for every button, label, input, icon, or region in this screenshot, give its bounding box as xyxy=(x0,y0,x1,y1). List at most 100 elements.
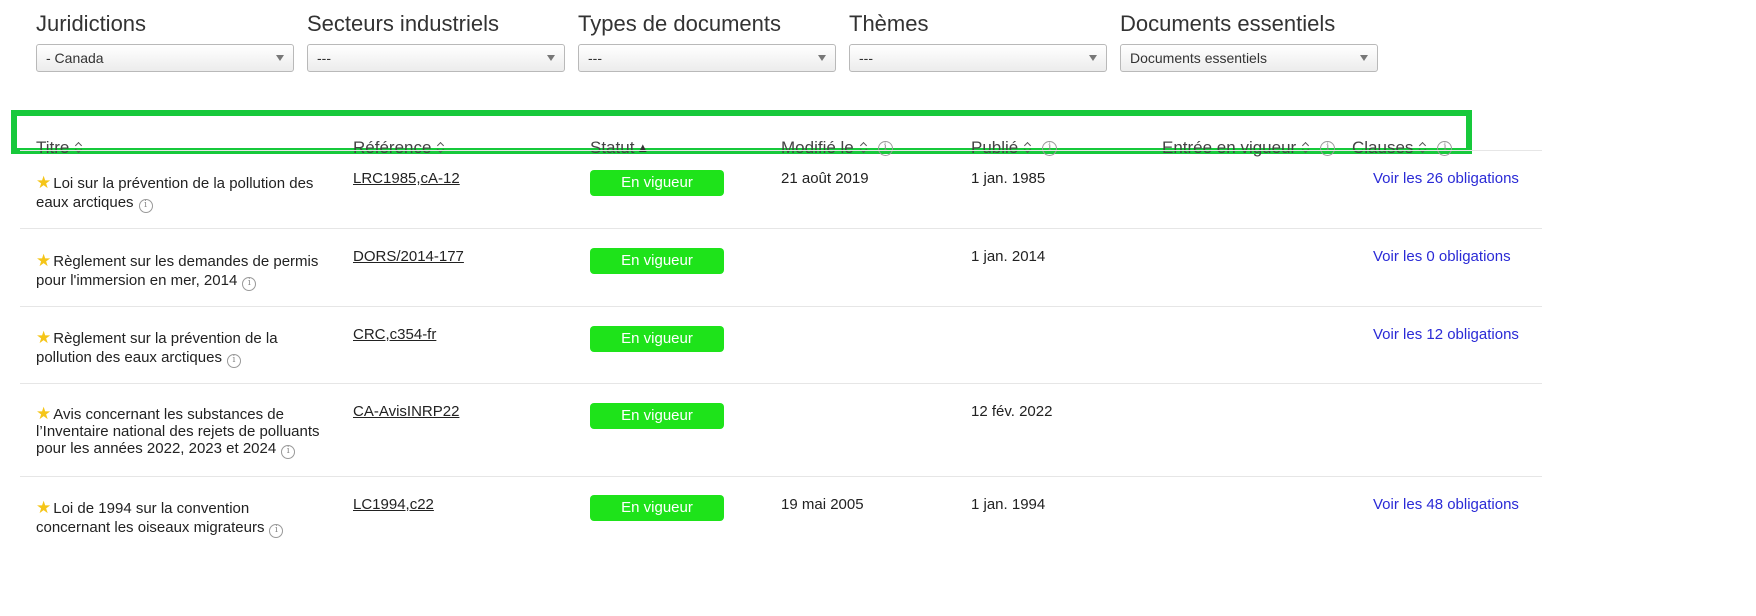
filter-label: Juridictions xyxy=(36,11,147,36)
sort-icon xyxy=(1301,141,1311,155)
published-date: 1 jan. 2014 xyxy=(971,248,1046,265)
filter-essential-documents: Documents essentiels Documents essentiel… xyxy=(1120,10,1378,72)
select-value: - Canada xyxy=(46,50,104,66)
sort-icon xyxy=(1023,141,1033,155)
info-icon[interactable]: i xyxy=(269,523,284,538)
status-badge: En vigueur xyxy=(590,170,724,196)
row-divider xyxy=(20,306,1542,307)
info-icon[interactable]: i xyxy=(281,444,296,459)
jurisdictions-select[interactable]: - Canada xyxy=(36,44,294,72)
star-icon[interactable]: ★ xyxy=(36,173,51,192)
document-title[interactable]: ★ Loi de 1994 sur la convention concernant… xyxy=(36,498,336,538)
row-divider xyxy=(20,150,1542,151)
info-icon[interactable]: i xyxy=(138,198,153,213)
obligations-link[interactable]: Voir les 12 obligations xyxy=(1373,325,1519,344)
reference-link[interactable]: DORS/2014-177 xyxy=(353,247,464,266)
column-header-title[interactable]: Titre xyxy=(36,138,84,158)
info-icon[interactable]: i xyxy=(1042,140,1058,156)
title-line: pour l'immersion en mer, 2014 xyxy=(36,272,238,289)
chevron-down-icon xyxy=(818,55,826,61)
title-line: Avis concernant les substances de xyxy=(53,406,284,423)
star-icon[interactable]: ★ xyxy=(36,404,51,423)
status-badge: En vigueur xyxy=(590,495,724,521)
chevron-down-icon xyxy=(276,55,284,61)
column-label: Statut xyxy=(590,138,635,157)
document-title[interactable]: ★ Règlement sur les demandes de permis pou… xyxy=(36,251,336,291)
filter-label: Documents essentiels xyxy=(1120,11,1336,36)
column-header-effective[interactable]: Entrée en vigueur i xyxy=(1162,138,1336,158)
document-title[interactable]: ★ Avis concernant les substances de l’Inve… xyxy=(36,405,336,459)
themes-select[interactable]: --- xyxy=(849,44,1107,72)
star-icon[interactable]: ★ xyxy=(36,251,51,270)
column-label: Clauses xyxy=(1352,138,1414,157)
filter-industrial-sectors: Secteurs industriels --- xyxy=(307,10,565,72)
row-divider xyxy=(20,383,1542,384)
star-icon[interactable]: ★ xyxy=(36,498,51,517)
status-badge: En vigueur xyxy=(590,326,724,352)
column-header-status[interactable]: Statut ▲ xyxy=(590,138,649,158)
select-value: --- xyxy=(317,50,331,66)
sort-ascending-icon: ▲ xyxy=(636,140,650,155)
column-header-reference[interactable]: Référence xyxy=(353,138,446,158)
title-line: Loi sur la prévention de la pollution de… xyxy=(53,175,314,192)
column-header-clauses[interactable]: Clauses i xyxy=(1352,138,1453,158)
modified-date: 19 mai 2005 xyxy=(781,496,864,513)
status-badge: En vigueur xyxy=(590,403,724,429)
filter-jurisdictions: Juridictions - Canada xyxy=(36,10,294,72)
select-value: Documents essentiels xyxy=(1130,50,1267,66)
row-divider xyxy=(20,476,1542,477)
sort-icon xyxy=(1418,141,1428,155)
star-icon[interactable]: ★ xyxy=(36,328,51,347)
sort-icon xyxy=(436,141,446,155)
column-label: Publié xyxy=(971,138,1019,157)
published-date: 12 fév. 2022 xyxy=(971,403,1053,420)
status-badge: En vigueur xyxy=(590,248,724,274)
column-label: Entrée en vigueur xyxy=(1162,138,1297,157)
info-icon[interactable]: i xyxy=(1320,140,1336,156)
reference-link[interactable]: CRC,c354-fr xyxy=(353,325,436,344)
info-icon[interactable]: i xyxy=(1437,140,1453,156)
chevron-down-icon xyxy=(547,55,555,61)
document-types-select[interactable]: --- xyxy=(578,44,836,72)
filter-themes: Thèmes --- xyxy=(849,10,1107,72)
modified-date: 21 août 2019 xyxy=(781,170,869,187)
reference-link[interactable]: LC1994,c22 xyxy=(353,495,434,514)
row-divider xyxy=(20,228,1542,229)
column-label: Titre xyxy=(36,138,70,157)
title-line: concernant les oiseaux migrateurs xyxy=(36,519,265,536)
document-title[interactable]: ★ Loi sur la prévention de la pollution d… xyxy=(36,173,336,213)
title-line: Loi de 1994 sur la convention xyxy=(53,500,250,517)
title-line: pollution des eaux arctiques xyxy=(36,349,222,366)
title-line: eaux arctiques xyxy=(36,194,134,211)
chevron-down-icon xyxy=(1360,55,1368,61)
title-line: Règlement sur la prévention de la xyxy=(53,330,278,347)
reference-link[interactable]: LRC1985,cA-12 xyxy=(353,169,460,188)
column-header-modified[interactable]: Modifié le i xyxy=(781,138,893,158)
filter-label: Secteurs industriels xyxy=(307,11,499,36)
document-title[interactable]: ★ Règlement sur la prévention de la pollut… xyxy=(36,328,336,368)
reference-link[interactable]: CA-AvisINRP22 xyxy=(353,402,459,421)
info-icon[interactable]: i xyxy=(226,353,241,368)
filter-label: Thèmes xyxy=(849,11,929,36)
info-icon[interactable]: i xyxy=(242,276,257,291)
sort-icon xyxy=(74,141,84,155)
filter-label: Types de documents xyxy=(578,11,782,36)
select-value: --- xyxy=(859,50,873,66)
obligations-link[interactable]: Voir les 26 obligations xyxy=(1373,169,1519,188)
title-line: pour les années 2022, 2023 et 2024 xyxy=(36,440,277,457)
select-value: --- xyxy=(588,50,602,66)
obligations-link[interactable]: Voir les 0 obligations xyxy=(1373,247,1511,266)
sectors-select[interactable]: --- xyxy=(307,44,565,72)
published-date: 1 jan. 1994 xyxy=(971,496,1046,513)
title-line: Règlement sur les demandes de permis xyxy=(53,253,319,270)
column-header-published[interactable]: Publié i xyxy=(971,138,1058,158)
filter-document-types: Types de documents --- xyxy=(578,10,836,72)
column-label: Référence xyxy=(353,138,432,157)
info-icon[interactable]: i xyxy=(877,140,893,156)
published-date: 1 jan. 1985 xyxy=(971,170,1046,187)
essential-documents-select[interactable]: Documents essentiels xyxy=(1120,44,1378,72)
obligations-link[interactable]: Voir les 48 obligations xyxy=(1373,495,1519,514)
chevron-down-icon xyxy=(1089,55,1097,61)
title-line: l’Inventaire national des rejets de poll… xyxy=(36,423,320,440)
sort-icon xyxy=(859,141,869,155)
